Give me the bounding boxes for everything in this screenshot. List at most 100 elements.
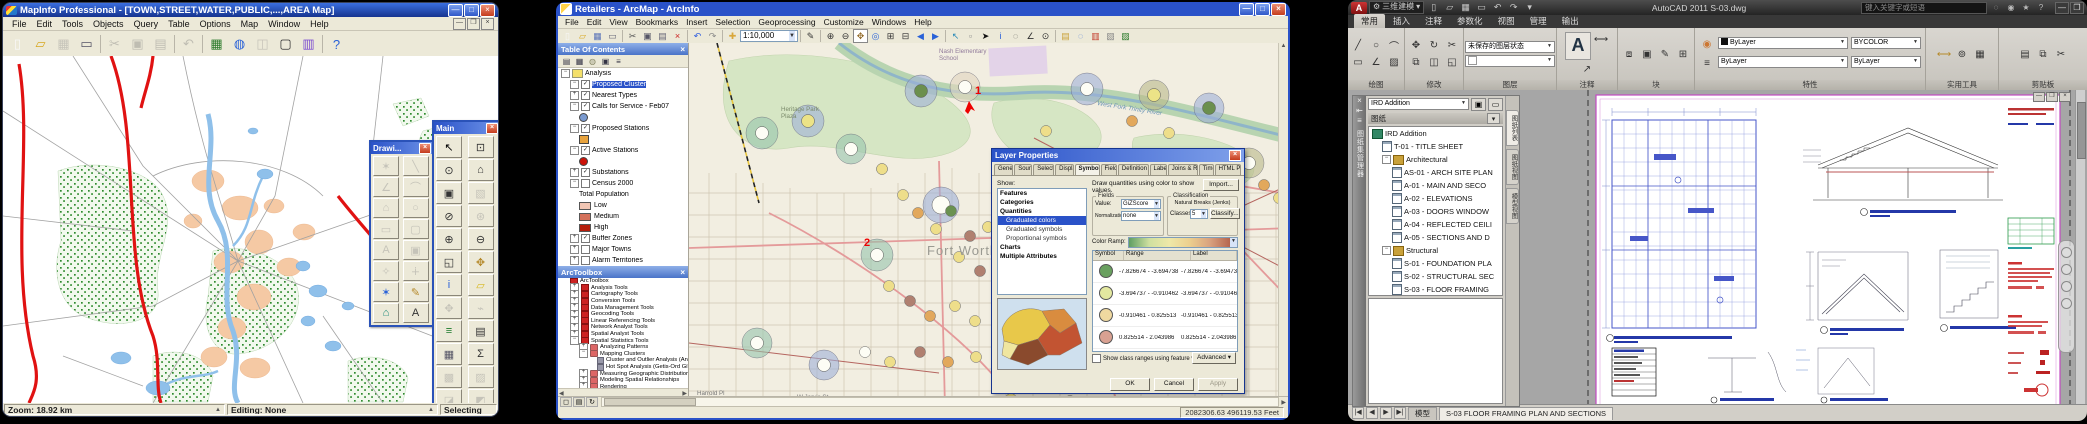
toc-item[interactable]: Medium — [558, 211, 688, 222]
menu-view[interactable]: View — [605, 17, 631, 27]
prev-tab-button[interactable]: ◀ — [1366, 407, 1378, 419]
dialog-tab-display[interactable]: Display — [1055, 164, 1073, 175]
statistics-button[interactable]: Σ — [468, 343, 494, 365]
unselect-all-tool[interactable]: ⊘ — [436, 205, 462, 227]
new-redistricter-button[interactable]: ▥ — [297, 33, 320, 56]
data-view-button[interactable]: ◻ — [560, 397, 572, 407]
quick-calc-tool[interactable]: ▦ — [1972, 47, 1988, 62]
show-item[interactable]: Graduated colors — [998, 216, 1086, 225]
drag-map-window-tool[interactable]: ✥ — [436, 297, 462, 319]
close-button[interactable]: × — [1271, 3, 1286, 16]
dialog-tab-html-popup[interactable]: HTML Popup — [1215, 164, 1241, 175]
new-browser-button[interactable]: ▦ — [205, 33, 228, 56]
menu-help[interactable]: Help — [910, 17, 935, 27]
hscroll-thumb[interactable] — [604, 398, 696, 406]
print-button[interactable]: ▭ — [605, 29, 620, 43]
arctoolbox-window-button[interactable]: ▥ — [1088, 29, 1103, 43]
list-by-drawing-order-button[interactable]: ▤ — [560, 55, 573, 67]
text-style-button[interactable]: A — [403, 303, 429, 323]
layout-tab-active[interactable]: S-03 FLOOR FRAMING PLAN AND SECTIONS — [1439, 407, 1613, 420]
move-tool[interactable]: ✥ — [1408, 38, 1424, 53]
search-button[interactable]: ◌ — [1989, 1, 2003, 15]
map-vscrollbar[interactable]: ▲ — [1278, 43, 1288, 397]
navigation-bar[interactable] — [2058, 240, 2075, 353]
panel-label-block[interactable]: 块 — [1618, 80, 1694, 90]
last-tab-button[interactable]: ▶| — [1394, 407, 1406, 419]
sheet-item[interactable]: A-05 - SECTIONS AND D — [1369, 231, 1502, 244]
catalog-window-button[interactable]: ▤ — [1058, 29, 1073, 43]
block-editor-tool[interactable]: ⊞ — [1675, 47, 1691, 62]
paste-button[interactable]: ▤ — [655, 29, 670, 43]
refresh-view-button[interactable]: ↻ — [586, 397, 598, 407]
pan-tool[interactable]: ✥ — [468, 251, 494, 273]
dialog-titlebar[interactable]: Layer Properties × — [992, 149, 1244, 162]
panel-label-utilities[interactable]: 实用工具 — [1926, 80, 1998, 90]
mdi-close-button[interactable]: × — [481, 18, 494, 30]
fixed-zoom-out-button[interactable]: ⊟ — [898, 29, 913, 43]
dialog-tab-joins-relates[interactable]: Joins & Relates — [1168, 164, 1198, 175]
new-sheet-button[interactable]: ▣ — [1471, 98, 1486, 111]
go-forward-extent-button[interactable]: ▶ — [928, 29, 943, 43]
mirror-tool[interactable]: ◫ — [1426, 55, 1442, 70]
palette-tab-1[interactable]: 图纸视图 — [1506, 149, 1519, 185]
panel-label-modify[interactable]: 修改 — [1405, 80, 1463, 90]
menu-objects[interactable]: Objects — [88, 19, 129, 29]
menu-customize[interactable]: Customize — [820, 17, 868, 27]
help-search-input[interactable]: 键入关键字或短语 — [1861, 2, 1987, 14]
communication-center-button[interactable]: ◉ — [2004, 1, 2018, 15]
map-hscrollbar[interactable]: ◻ ▤ ↻ ▶ — [558, 396, 1288, 407]
graph-select-tool[interactable]: ▧ — [468, 182, 494, 204]
publish-button[interactable]: ▭ — [1488, 98, 1503, 111]
cancel-button[interactable]: Cancel — [1154, 378, 1194, 391]
search-window-button[interactable]: ◌ — [1073, 29, 1088, 43]
linetype-dropdown[interactable]: ByLayer▼ — [1851, 56, 1921, 68]
line-tool[interactable]: ╱ — [1350, 38, 1366, 53]
dialog-tab-time[interactable]: Time — [1199, 164, 1214, 175]
restore-button[interactable]: ❐ — [2070, 2, 2084, 14]
map-scale-combo[interactable]: 1:10,000▼ — [740, 30, 798, 42]
select-features-tool[interactable]: ↖ — [948, 29, 963, 43]
menu-help[interactable]: Help — [305, 19, 334, 29]
show-item[interactable]: Graduated symbols — [998, 225, 1086, 234]
insert-block-tool[interactable]: ⧈ — [1621, 47, 1637, 62]
circle-tool[interactable]: ○ — [1368, 38, 1384, 53]
mdi-restore-button[interactable]: ❐ — [467, 18, 480, 30]
rectangle-tool[interactable]: ▭ — [373, 219, 399, 239]
palette-tab-0[interactable]: 图纸列表 — [1506, 110, 1519, 146]
hatch-tool[interactable]: ▨ — [1386, 55, 1402, 70]
browse-table-button[interactable]: ▦ — [436, 343, 462, 365]
panel-label-properties[interactable]: 特性 — [1695, 80, 1925, 90]
sheet-item[interactable]: S-03 - FLOOR FRAMING — [1369, 283, 1502, 296]
panel-label-clipboard[interactable]: 剪贴板 — [1999, 80, 2087, 90]
palette-titlebar[interactable]: × ⇤ ≡ 图纸集管理器 — [1353, 96, 1366, 406]
color-ramp-dropdown[interactable]: ▼ — [1128, 237, 1238, 248]
close-icon[interactable]: × — [680, 45, 685, 54]
marquee-select-tool[interactable]: ⊡ — [468, 136, 494, 158]
plot-button[interactable]: ▭ — [1474, 1, 1489, 15]
save-document-button[interactable]: ▦ — [590, 29, 605, 43]
first-tab-button[interactable]: |◀ — [1352, 407, 1364, 419]
redo-button[interactable]: ↷ — [1506, 1, 1521, 15]
sheet-item[interactable]: T-01 - TITLE SHEET — [1369, 140, 1502, 153]
toc-item[interactable]: −Analysis — [558, 68, 688, 79]
col-symbol[interactable]: Symbol — [1093, 251, 1124, 260]
go-to-xy-button[interactable]: ⊙ — [1038, 29, 1053, 43]
import-button[interactable]: Import... — [1203, 179, 1239, 191]
show-item[interactable]: Proportional symbols — [998, 234, 1086, 243]
arctoolbox-titlebar[interactable]: ArcToolbox × — [558, 266, 688, 278]
arc-tool[interactable]: ⌒ — [1386, 38, 1402, 53]
panel-label-layers[interactable]: 图层 — [1464, 80, 1556, 90]
ribbon-tab-1[interactable]: 插入 — [1386, 14, 1417, 28]
mdi-close-button[interactable]: × — [2059, 92, 2071, 102]
list-by-source-button[interactable]: ▦ — [573, 55, 586, 67]
help-button[interactable]: ? — [2034, 1, 2048, 15]
ellipse-tool[interactable]: ○ — [403, 198, 429, 218]
polygon-tool[interactable]: ⌂ — [373, 198, 399, 218]
radius-select-tool[interactable]: ⊙ — [436, 159, 462, 181]
menu-options[interactable]: Options — [195, 19, 236, 29]
open-document-button[interactable]: ▱ — [575, 29, 590, 43]
main-palette-titlebar[interactable]: Main × — [434, 122, 498, 134]
mdi-minimize-button[interactable]: — — [453, 18, 466, 30]
delete-button[interactable]: × — [670, 29, 685, 43]
minimize-button[interactable]: — — [2055, 2, 2069, 14]
